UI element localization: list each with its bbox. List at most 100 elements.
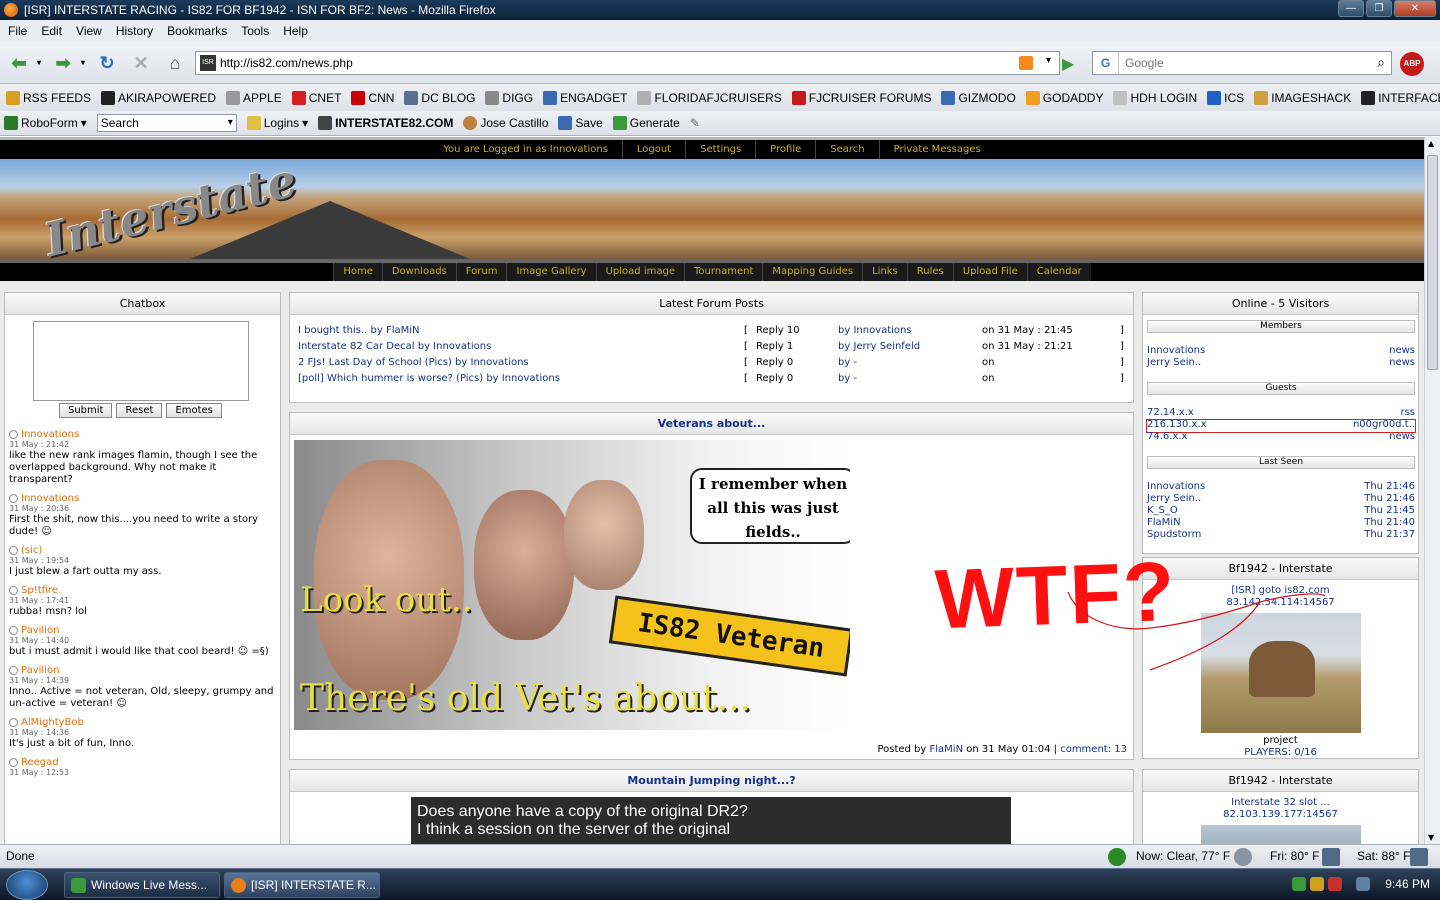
tray-network-icon[interactable] (1356, 877, 1370, 891)
bookmark-item[interactable]: IMAGESHACK (1254, 90, 1351, 105)
bookmark-item[interactable]: APPLE (226, 90, 282, 105)
post-author-link[interactable]: FlaMiN (930, 744, 964, 755)
bookmark-item[interactable]: RSS FEEDS (6, 90, 91, 105)
main-nav-link[interactable]: Mapping Guides (762, 263, 863, 281)
bookmark-item[interactable]: FLORIDAFJCRUISERS (637, 90, 782, 105)
passcard-interstate82[interactable]: INTERSTATE82.COM (318, 116, 453, 130)
back-history-dropdown[interactable]: ▾ (34, 50, 44, 76)
menu-bookmarks[interactable]: Bookmarks (167, 24, 227, 38)
page-scrollbar[interactable]: ▲ ▼ (1424, 137, 1440, 844)
main-nav-link[interactable]: Downloads (381, 263, 456, 281)
chat-author-link[interactable]: Sp!tfire (21, 585, 58, 596)
bookmark-item[interactable]: GODADDY (1025, 90, 1103, 105)
main-nav-link[interactable]: Links (862, 263, 907, 281)
bookmark-item[interactable]: CNN (351, 90, 394, 105)
menu-history[interactable]: History (116, 24, 153, 38)
weather-now[interactable]: Now: Clear, 77° F (1136, 849, 1230, 863)
news-title[interactable]: Mountain Jumping night...? (290, 770, 1133, 792)
url-dropdown-icon[interactable]: ▾ (1046, 55, 1051, 66)
comments-link[interactable]: comment: 13 (1060, 744, 1127, 755)
chat-author-link[interactable]: Pavilion (21, 665, 59, 676)
status-green-icon[interactable] (1108, 848, 1126, 866)
last-poster[interactable]: by - (838, 355, 857, 371)
bookmark-item[interactable]: ICS (1207, 90, 1244, 105)
main-nav-link[interactable]: Forum (455, 263, 507, 281)
main-nav-link[interactable]: Tournament (683, 263, 763, 281)
search-engine-icon[interactable]: G (1093, 52, 1119, 74)
search-placeholder[interactable]: Google (1125, 56, 1164, 70)
chat-message-input[interactable] (33, 321, 249, 401)
magnifier-icon[interactable]: ⌕ (1377, 54, 1385, 71)
menu-tools[interactable]: Tools (241, 24, 269, 38)
tray-messenger-icon[interactable] (1292, 877, 1306, 891)
taskbar-firefox[interactable]: [ISR] INTERSTATE R... (224, 872, 380, 898)
news-title[interactable]: Veterans about... (290, 413, 1133, 435)
server-address[interactable]: 82.103.139.177:14567 (1143, 809, 1418, 821)
menu-edit[interactable]: Edit (41, 24, 62, 38)
scroll-thumb[interactable] (1427, 155, 1438, 370)
main-nav-link[interactable]: Upload File (952, 263, 1027, 281)
forum-topic-link[interactable]: [poll] Which hummer is worse? (Pics) by … (298, 371, 560, 387)
menu-view[interactable]: View (76, 24, 102, 38)
taskbar-messenger[interactable]: Windows Live Mess... (64, 872, 220, 898)
address-bar[interactable]: ISR http://is82.com/news.php ▾ (195, 51, 1060, 75)
chat-author-link[interactable]: AlMightyBob (21, 717, 84, 728)
last-poster[interactable]: by Innovations (838, 323, 912, 339)
chat-author-link[interactable]: Pavilion (21, 625, 59, 636)
roboform-search-input[interactable]: Search ▾ (96, 114, 237, 132)
last-poster[interactable]: by - (838, 371, 857, 387)
clock[interactable]: 9:46 PM (1385, 877, 1430, 891)
user-nav-link[interactable]: Private Messages (878, 140, 995, 159)
menu-file[interactable]: File (8, 24, 27, 38)
start-button[interactable] (6, 870, 48, 900)
forward-button[interactable]: ➡ (50, 50, 76, 76)
back-button[interactable]: ⬅ (6, 50, 32, 76)
forum-topic-link[interactable]: I bought this.. by FlaMiN (298, 323, 420, 339)
reload-icon[interactable]: ↻ (94, 50, 120, 76)
search-bar[interactable]: G Google ⌕ (1092, 51, 1392, 75)
bookmark-item[interactable]: FJCRUISER FORUMS (791, 90, 931, 105)
close-button[interactable]: ✕ (1394, 0, 1436, 17)
chat-author-link[interactable]: (sic) (21, 545, 42, 556)
minimize-button[interactable]: — (1338, 0, 1364, 17)
bookmark-item[interactable]: AKIRAPOWERED (101, 90, 216, 105)
stop-icon[interactable]: ✕ (128, 50, 154, 76)
bookmark-item[interactable]: CNET (291, 90, 341, 105)
bookmark-item[interactable]: HDH LOGIN (1113, 90, 1197, 105)
menu-help[interactable]: Help (283, 24, 308, 38)
scroll-down-icon[interactable]: ▼ (1428, 833, 1434, 842)
logins-menu[interactable]: Logins ▾ (246, 116, 308, 130)
user-nav-link[interactable]: Search (815, 140, 878, 159)
roboform-menu[interactable]: RoboForm ▾ (4, 116, 87, 130)
generate-button[interactable]: Generate (612, 116, 680, 130)
bookmark-item[interactable]: DC BLOG (404, 90, 475, 105)
bookmark-item[interactable]: DIGG (485, 90, 533, 105)
rss-feed-icon[interactable] (1019, 56, 1033, 70)
bookmark-item[interactable]: INTERFACELIFT (1361, 90, 1440, 105)
tray-app-icon[interactable] (1310, 877, 1324, 891)
user-nav-link[interactable]: Logout (621, 140, 685, 159)
bookmark-item[interactable]: GIZMODO (941, 90, 1016, 105)
main-nav-link[interactable]: Rules (906, 263, 953, 281)
pencil-icon[interactable]: ✎ (690, 116, 700, 130)
chat-submit-button[interactable]: Submit (59, 403, 113, 418)
main-nav-link[interactable]: Home (333, 263, 382, 281)
forward-history-dropdown[interactable]: ▾ (78, 50, 88, 76)
last-poster[interactable]: by Jerry Seinfeld (838, 339, 920, 355)
go-icon[interactable]: ▶ (1062, 54, 1074, 74)
main-nav-link[interactable]: Image Gallery (506, 263, 596, 281)
server-name-link[interactable]: Interstate 32 slot ... (1143, 797, 1418, 809)
forum-topic-link[interactable]: 2 FJs! Last Day of School (Pics) by Inno… (298, 355, 529, 371)
maximize-button[interactable]: ❐ (1366, 0, 1392, 17)
adblock-icon[interactable]: ABP (1400, 52, 1424, 76)
main-nav-link[interactable]: Upload image (595, 263, 684, 281)
forum-topic-link[interactable]: Interstate 82 Car Decal by Innovations (298, 339, 491, 355)
main-nav-link[interactable]: Calendar (1026, 263, 1091, 281)
url-text[interactable]: http://is82.com/news.php (220, 56, 353, 70)
bookmark-item[interactable]: ENGADGET (543, 90, 627, 105)
scroll-up-icon[interactable]: ▲ (1428, 139, 1434, 148)
chat-reset-button[interactable]: Reset (116, 403, 163, 418)
chat-author-link[interactable]: Innovations (21, 429, 79, 440)
chat-author-link[interactable]: Innovations (21, 493, 79, 504)
chat-author-link[interactable]: Reegad (21, 757, 59, 768)
